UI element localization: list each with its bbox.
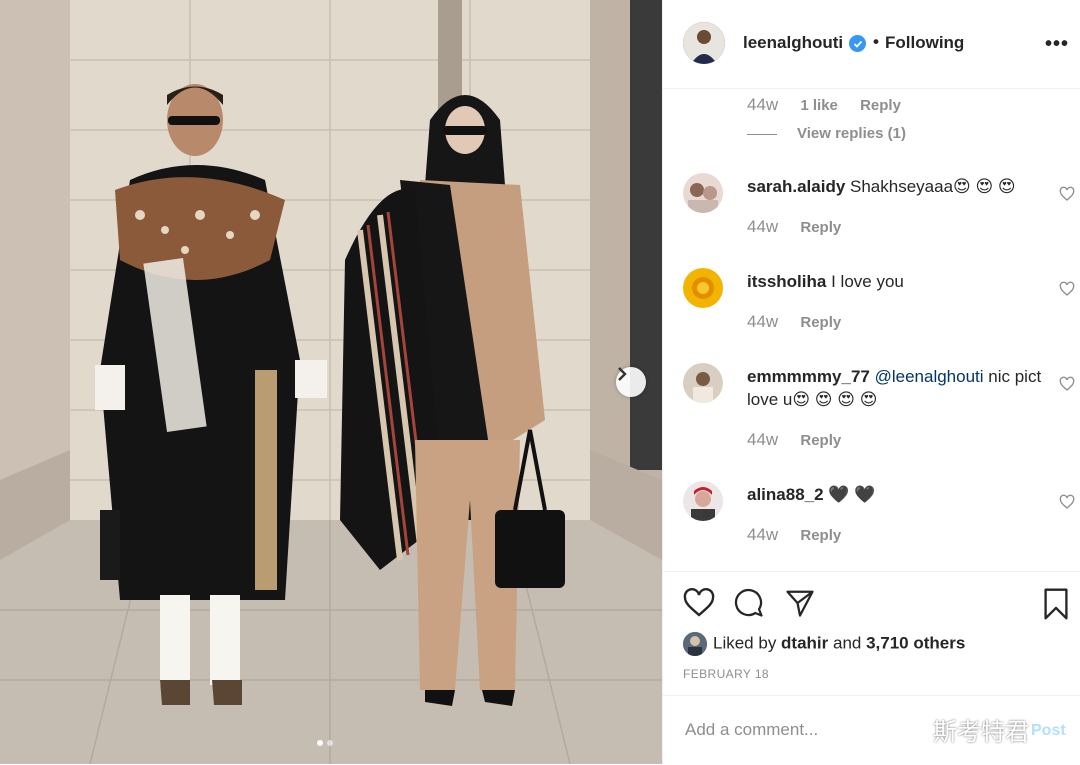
- other-likes-link[interactable]: 3,710 others: [866, 633, 965, 652]
- comment-time: 44w: [747, 217, 779, 236]
- comment-time: 44w: [747, 312, 779, 331]
- comment-text: emmmmmy_77 @leenalghouti nic pict love u…: [747, 365, 1047, 411]
- view-replies-button[interactable]: View replies (1): [747, 125, 906, 142]
- view-replies-label: View replies (1): [797, 125, 906, 142]
- comment-username[interactable]: alina88_2: [747, 485, 824, 504]
- save-bookmark-icon[interactable]: [1043, 588, 1069, 620]
- profile-avatar[interactable]: [683, 22, 725, 64]
- carousel-dot-active: [317, 740, 323, 746]
- post-photo[interactable]: [0, 0, 662, 764]
- comment-time: 44w: [747, 525, 779, 544]
- comment-likes-link[interactable]: 1 like: [800, 97, 838, 114]
- comment-bubble-icon[interactable]: [734, 588, 764, 618]
- reply-button[interactable]: Reply: [800, 432, 841, 449]
- commenter-avatar[interactable]: [683, 481, 723, 521]
- next-photo-button[interactable]: [616, 367, 646, 397]
- add-comment-bar: 斯考特君 Post: [663, 695, 1080, 765]
- instagram-post-window: leenalghouti • Following ••• 44w 1 like …: [0, 0, 1080, 764]
- carousel-indicator: [317, 740, 333, 746]
- liked-by-prefix: Liked by: [713, 633, 782, 653]
- comment-username[interactable]: itssholiha: [747, 272, 826, 291]
- reply-button[interactable]: Reply: [800, 527, 841, 544]
- commenter-avatar[interactable]: [683, 268, 723, 308]
- view-replies-line: [747, 133, 777, 135]
- watermark: 斯考特君: [893, 712, 1029, 747]
- comment-mention-link[interactable]: @leenalghouti: [875, 367, 984, 386]
- like-comment-heart-icon[interactable]: [1059, 376, 1075, 392]
- comment-body: Shakhseyaaa😍 😍 😍: [850, 177, 1016, 196]
- comment-meta: 44w Reply: [747, 525, 841, 545]
- comment-meta: 44w Reply: [747, 217, 841, 237]
- verified-badge-icon: [849, 35, 866, 52]
- photo-illustration: [0, 0, 662, 764]
- chevron-right-icon: [618, 367, 627, 381]
- share-paper-plane-icon[interactable]: [785, 588, 815, 618]
- post-actions-section: Liked by dtahir and 3,710 others FEBRUAR…: [663, 571, 1080, 764]
- post-header: leenalghouti • Following •••: [663, 0, 1080, 89]
- liked-by-summary: Liked by dtahir and 3,710 others: [683, 632, 965, 656]
- comment-text: sarah.alaidy Shakhseyaaa😍 😍 😍: [747, 175, 1047, 198]
- carousel-dot: [327, 740, 333, 746]
- post-date: FEBRUARY 18: [683, 667, 769, 681]
- liked-by-middle: and: [828, 633, 867, 653]
- reply-button[interactable]: Reply: [800, 219, 841, 236]
- avatar-image: [683, 22, 725, 64]
- header-separator: •: [873, 32, 879, 51]
- previous-comment-meta: 44w 1 like Reply: [747, 95, 901, 115]
- comment-meta: 44w Reply: [747, 312, 841, 332]
- liker-username-link[interactable]: dtahir: [781, 633, 828, 652]
- post-side-panel: leenalghouti • Following ••• 44w 1 like …: [662, 0, 1080, 764]
- more-options-button[interactable]: •••: [1045, 33, 1069, 56]
- comment-username[interactable]: emmmmmy_77: [747, 367, 870, 386]
- comment-body: I love you: [831, 272, 904, 291]
- like-heart-icon[interactable]: [683, 588, 715, 618]
- post-author-username[interactable]: leenalghouti: [743, 33, 843, 53]
- post-comment-button[interactable]: Post: [1031, 722, 1066, 740]
- wechat-icon: [894, 717, 926, 742]
- comment-body: 🖤 🖤: [828, 485, 876, 504]
- comment-time: 44w: [747, 430, 779, 449]
- comment-time: 44w: [747, 95, 779, 114]
- comment-text: itssholiha I love you: [747, 270, 1047, 293]
- comments-list[interactable]: 44w 1 like Reply View replies (1) sarah.…: [663, 89, 1080, 571]
- like-comment-heart-icon[interactable]: [1059, 186, 1075, 202]
- comment-text: alina88_2 🖤 🖤: [747, 483, 1047, 506]
- like-comment-heart-icon[interactable]: [1059, 494, 1075, 510]
- watermark-text: 斯考特君: [933, 719, 1029, 746]
- like-comment-heart-icon[interactable]: [1059, 281, 1075, 297]
- comment-username[interactable]: sarah.alaidy: [747, 177, 845, 196]
- comment-meta: 44w Reply: [747, 430, 841, 450]
- following-button[interactable]: Following: [885, 33, 964, 53]
- reply-button[interactable]: Reply: [860, 97, 901, 114]
- commenter-avatar[interactable]: [683, 173, 723, 213]
- commenter-avatar[interactable]: [683, 363, 723, 403]
- liker-avatar[interactable]: [683, 632, 707, 656]
- reply-button[interactable]: Reply: [800, 314, 841, 331]
